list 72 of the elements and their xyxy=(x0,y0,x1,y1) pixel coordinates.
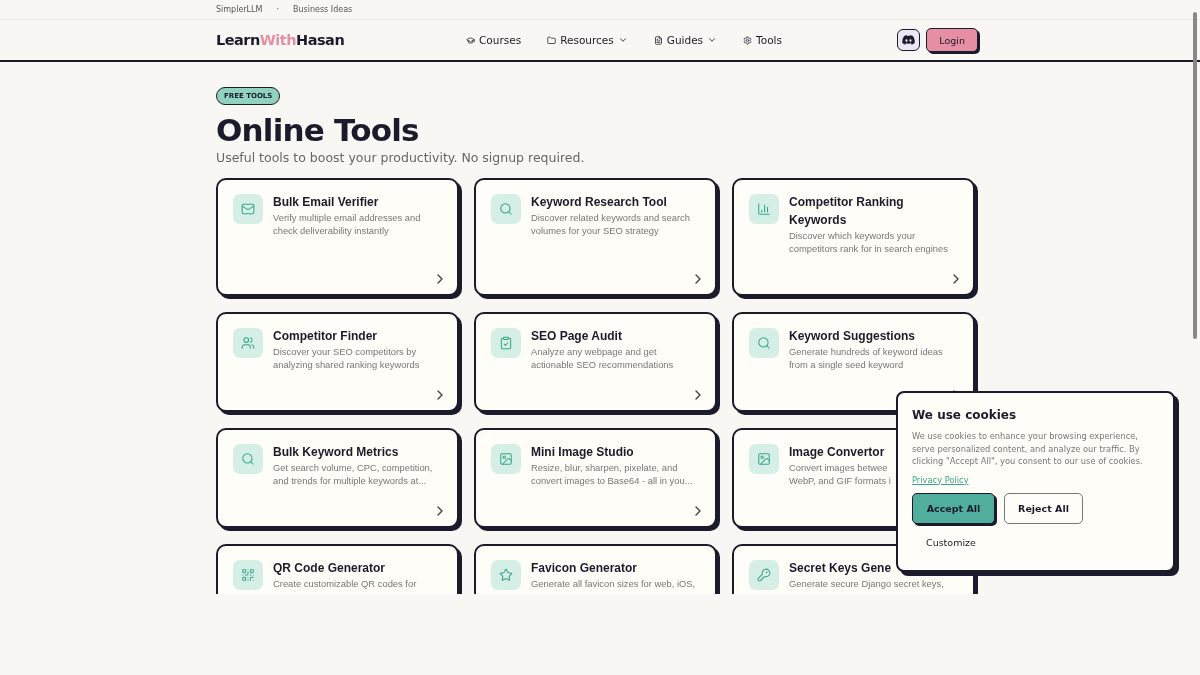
tool-title: Competitor Finder xyxy=(273,328,377,345)
tool-card[interactable]: Favicon Generator Generate all favicon sizes for web, iOS, xyxy=(474,544,717,594)
chevron-right-icon xyxy=(695,274,701,284)
tool-description: Create customizable QR codes for xyxy=(273,578,417,591)
accept-all-button[interactable]: Accept All xyxy=(912,492,995,524)
logo-text[interactable]: Learn xyxy=(216,32,260,48)
tool-title: QR Code Generator xyxy=(273,560,386,577)
mail-icon xyxy=(233,194,263,224)
separator-dot: · xyxy=(276,5,279,14)
key-icon xyxy=(749,560,779,590)
login-button[interactable]: Login xyxy=(926,28,978,52)
chevron-right-icon xyxy=(695,506,701,516)
tool-card[interactable]: QR Code Generator Create customizable QR codes for xyxy=(216,544,459,594)
search-icon xyxy=(233,444,263,474)
image-icon xyxy=(491,444,521,474)
bar-chart-icon xyxy=(749,194,779,224)
top-link[interactable]: Business Ideas xyxy=(292,5,353,14)
users-icon xyxy=(233,328,263,358)
nav-link[interactable]: Courses xyxy=(466,34,522,46)
folder-icon xyxy=(547,35,557,45)
clipboard-check-icon xyxy=(491,328,521,358)
tool-description: Analyze any webpage and get actionable SEO recommendations xyxy=(531,346,675,371)
top-link[interactable]: SimplerLLM xyxy=(216,5,263,14)
graduation-cap-icon xyxy=(466,35,475,45)
tool-title: Bulk Keyword Metrics xyxy=(273,444,399,461)
tool-description: Generate all favicon sizes for web, iOS, xyxy=(531,578,696,591)
tool-card[interactable]: Bulk Keyword Metrics Get search volume, CPC, competition, and trends for multiple keywords at... xyxy=(216,428,459,528)
tool-description: Get search volume, CPC, competition, and trends for multiple keywords at... xyxy=(273,462,434,487)
tool-card[interactable]: Competitor Finder Discover your SEO competitors by analyzing shared ranking keywords xyxy=(216,312,459,412)
tool-card[interactable]: Bulk Email Verifier Verify multiple email addresses and check deliverability instantly xyxy=(216,178,459,296)
discord-button[interactable] xyxy=(897,29,921,51)
tool-description: Discover your SEO competitors by analyzing shared ranking keywords xyxy=(273,346,421,371)
tool-description: Verify multiple email addresses and check deliverability instantly xyxy=(273,212,422,237)
page-subtitle: Useful tools to boost your productivity. No signup required. xyxy=(216,149,586,167)
tool-title: Bulk Email Verifier xyxy=(273,194,379,211)
scrollbar-thumb[interactable] xyxy=(1193,12,1197,339)
tool-card[interactable]: Mini Image Studio Resize, blur, sharpen, pixelate, and convert images to Base64 - all in you... xyxy=(474,428,717,528)
image-icon xyxy=(749,444,779,474)
search-icon xyxy=(491,194,521,224)
settings-icon xyxy=(743,35,753,45)
tool-title: Mini Image Studio xyxy=(531,444,634,461)
chevron-right-icon xyxy=(953,274,959,284)
chevron-right-icon xyxy=(437,274,443,284)
tool-card[interactable]: Keyword Research Tool Discover related keywords and search volumes for your SEO strategy xyxy=(474,178,717,296)
tool-description: Discover related keywords and search volumes for your SEO strategy xyxy=(531,212,691,237)
tool-description: Discover which keywords your competitors rank for in search engines xyxy=(789,230,949,255)
tool-title: Image Convertor xyxy=(789,444,885,461)
tool-title: Competitor Ranking Keywords xyxy=(789,194,905,229)
page-title: Online Tools xyxy=(216,111,420,149)
tool-description: Generate hundreds of keyword ideas from a single seed keyword xyxy=(789,346,944,371)
logo-text[interactable]: Hasan xyxy=(296,32,345,48)
tool-description: Generate secure Django secret keys, xyxy=(789,578,944,591)
tool-title: SEO Page Audit xyxy=(531,328,622,345)
tool-description: Convert images betwee WebP, and GIF formats i xyxy=(789,462,891,487)
tool-card[interactable]: Competitor Ranking Keywords Discover which keywords your competitors rank for in search engines xyxy=(732,178,975,296)
search-icon xyxy=(749,328,779,358)
nav-link[interactable]: Resources xyxy=(547,34,628,46)
nav-link[interactable]: Tools xyxy=(743,34,782,46)
qr-code-icon xyxy=(233,560,263,590)
tool-title: Favicon Generator xyxy=(531,560,638,577)
discord-logo-icon xyxy=(902,35,916,45)
tool-description: Resize, blur, sharpen, pixelate, and convert images to Base64 - all in you... xyxy=(531,462,694,487)
tool-title: Keyword Research Tool xyxy=(531,194,667,211)
reject-all-button[interactable]: Reject All xyxy=(1004,492,1083,524)
chevron-right-icon xyxy=(695,390,701,400)
tool-title: Secret Keys Gene xyxy=(789,560,892,577)
tool-title: Keyword Suggestions xyxy=(789,328,916,345)
file-icon xyxy=(653,35,663,45)
tool-card[interactable]: SEO Page Audit Analyze any webpage and get actionable SEO recommendations xyxy=(474,312,717,412)
chevron-right-icon xyxy=(437,506,443,516)
chevron-right-icon xyxy=(437,390,443,400)
nav-link[interactable]: Guides xyxy=(653,34,718,46)
